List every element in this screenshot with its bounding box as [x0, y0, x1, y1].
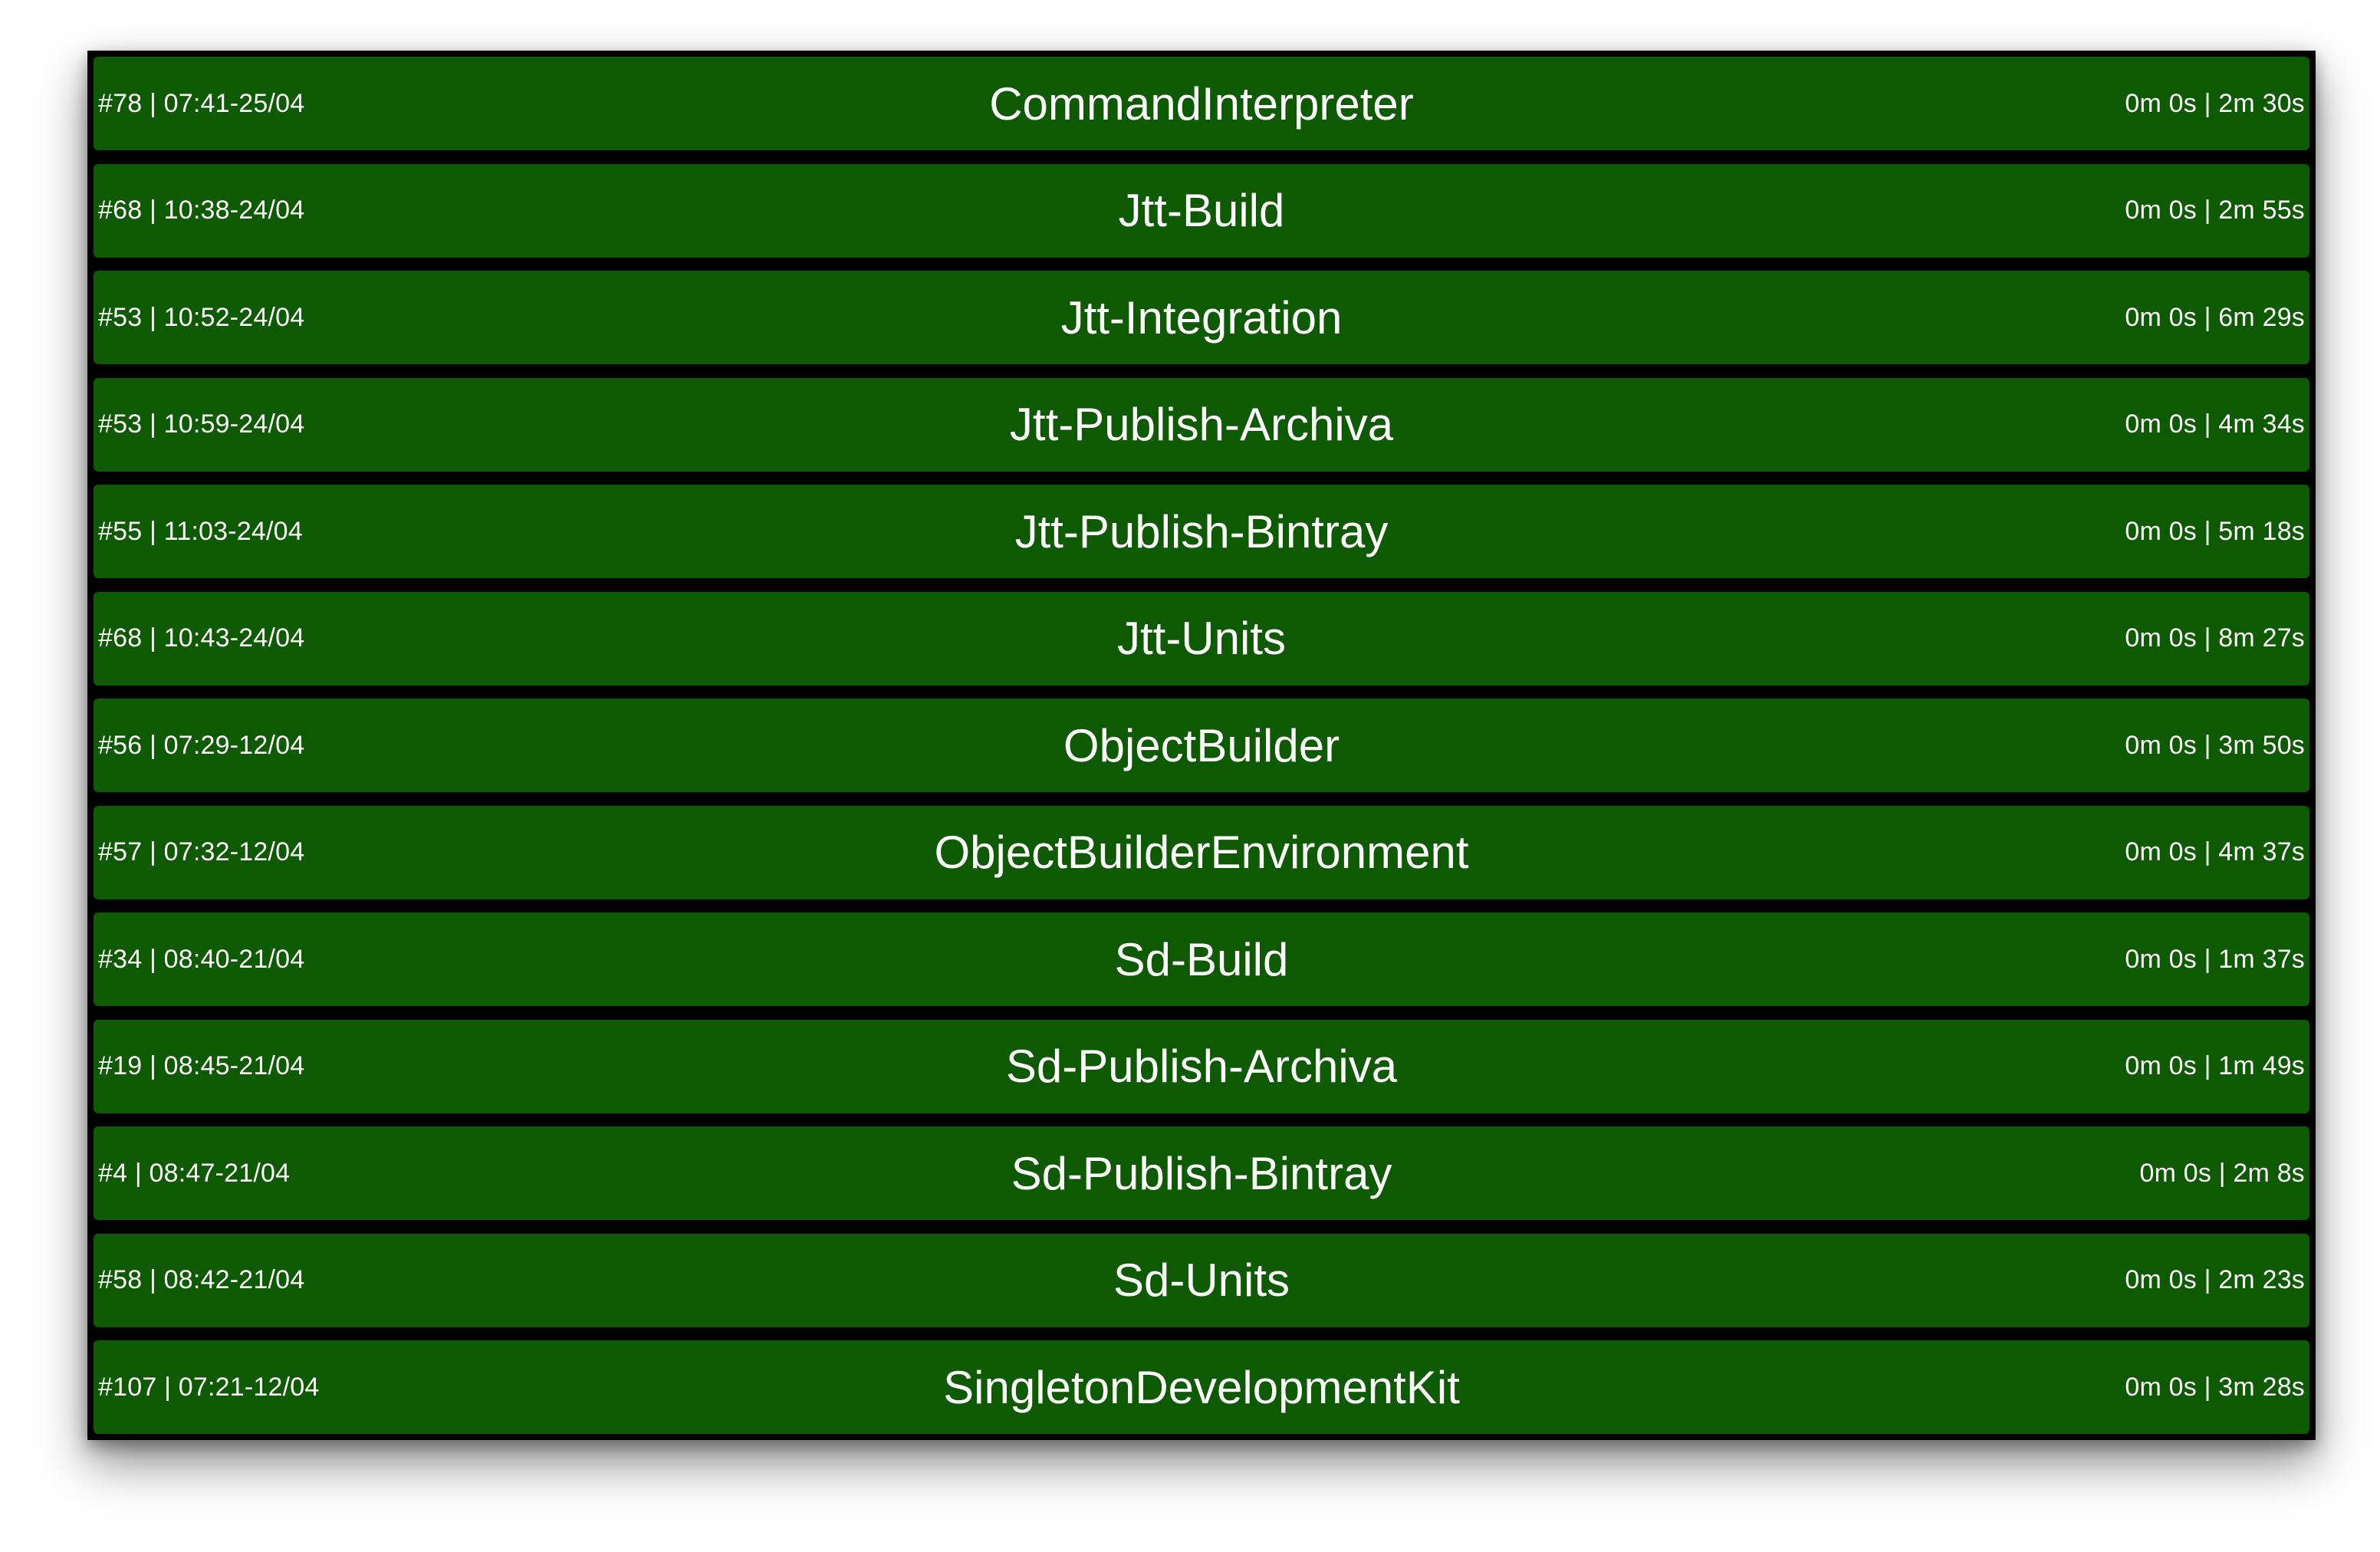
- job-name: ObjectBuilder: [1063, 719, 1340, 771]
- job-duration: 0m 0s | 1m 37s: [2125, 944, 2305, 974]
- job-duration: 0m 0s | 5m 18s: [2125, 516, 2305, 546]
- job-name: Jtt-Integration: [1060, 291, 1343, 344]
- build-monitor-window: #78 | 07:41-25/04 CommandInterpreter 0m …: [87, 51, 2316, 1440]
- job-name: Sd-Publish-Archiva: [1005, 1041, 1398, 1092]
- job-list: #78 | 07:41-25/04 CommandInterpreter 0m …: [94, 57, 2309, 1434]
- job-name: Jtt-Publish-Archiva: [1009, 399, 1394, 450]
- job-duration: 0m 0s | 6m 29s: [2125, 302, 2305, 332]
- job-row[interactable]: #58 | 08:42-21/04 Sd-Units 0m 0s | 2m 23…: [94, 1233, 2309, 1327]
- job-row[interactable]: #56 | 07:29-12/04 ObjectBuilder 0m 0s | …: [94, 699, 2309, 792]
- job-name: Sd-Build: [1114, 933, 1289, 985]
- job-duration: 0m 0s | 8m 27s: [2125, 623, 2305, 653]
- job-duration: 0m 0s | 2m 8s: [2139, 1158, 2305, 1188]
- job-row[interactable]: #53 | 10:52-24/04 Jtt-Integration 0m 0s …: [94, 271, 2309, 364]
- job-row[interactable]: #4 | 08:47-21/04 Sd-Publish-Bintray 0m 0…: [94, 1126, 2309, 1220]
- job-name: CommandInterpreter: [989, 77, 1414, 130]
- job-duration: 0m 0s | 3m 50s: [2125, 730, 2305, 760]
- job-row[interactable]: #78 | 07:41-25/04 CommandInterpreter 0m …: [94, 57, 2309, 150]
- job-duration: 0m 0s | 2m 23s: [2125, 1265, 2305, 1294]
- job-name: Jtt-Build: [1118, 185, 1285, 236]
- job-duration: 0m 0s | 2m 55s: [2125, 196, 2305, 225]
- job-name: Sd-Units: [1113, 1254, 1290, 1306]
- job-duration: 0m 0s | 1m 49s: [2125, 1051, 2305, 1080]
- job-row[interactable]: #68 | 10:38-24/04 Jtt-Build 0m 0s | 2m 5…: [94, 163, 2309, 258]
- job-name: ObjectBuilderEnvironment: [934, 827, 1469, 878]
- job-name: Jtt-Units: [1116, 613, 1287, 664]
- job-name: Sd-Publish-Bintray: [1011, 1147, 1392, 1199]
- job-name: Jtt-Publish-Bintray: [1014, 505, 1389, 557]
- job-duration: 0m 0s | 4m 34s: [2125, 409, 2305, 439]
- job-row[interactable]: #55 | 11:03-24/04 Jtt-Publish-Bintray 0m…: [94, 485, 2309, 578]
- job-duration: 0m 0s | 3m 28s: [2125, 1372, 2305, 1402]
- job-duration: 0m 0s | 4m 37s: [2125, 837, 2305, 866]
- job-row[interactable]: #57 | 07:32-12/04 ObjectBuilderEnvironme…: [94, 805, 2309, 899]
- job-row[interactable]: #34 | 08:40-21/04 Sd-Build 0m 0s | 1m 37…: [94, 912, 2309, 1006]
- job-row[interactable]: #53 | 10:59-24/04 Jtt-Publish-Archiva 0m…: [94, 377, 2309, 472]
- job-row[interactable]: #68 | 10:43-24/04 Jtt-Units 0m 0s | 8m 2…: [94, 591, 2309, 686]
- job-row[interactable]: #107 | 07:21-12/04 SingletonDevelopmentK…: [94, 1340, 2309, 1434]
- job-name: SingletonDevelopmentKit: [943, 1361, 1460, 1413]
- job-row[interactable]: #19 | 08:45-21/04 Sd-Publish-Archiva 0m …: [94, 1019, 2309, 1113]
- job-duration: 0m 0s | 2m 30s: [2125, 88, 2305, 118]
